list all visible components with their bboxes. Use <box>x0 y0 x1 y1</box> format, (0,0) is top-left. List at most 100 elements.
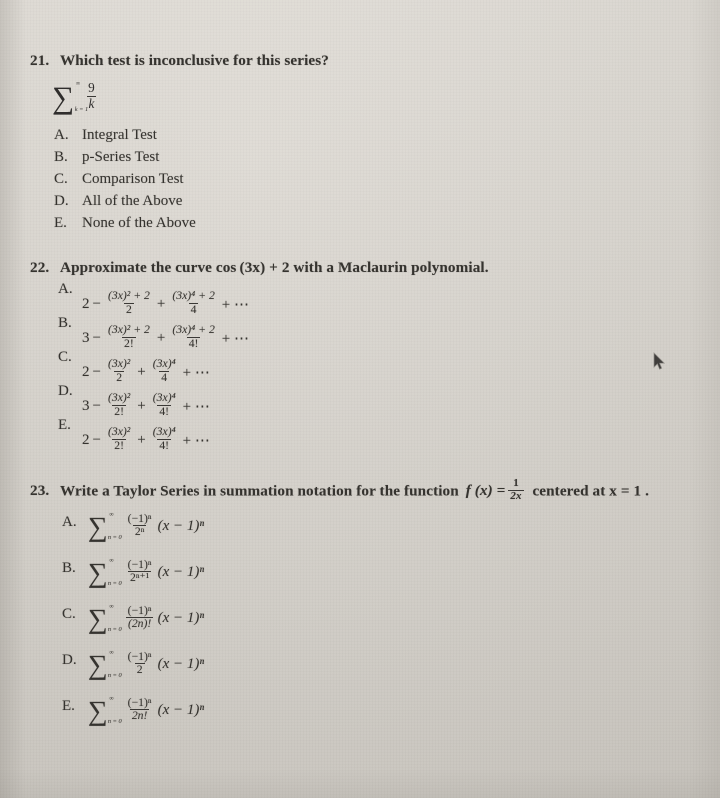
choice-23-b[interactable]: B. ∞ ∑ n = 0 (−1)ⁿ 2ⁿ⁺¹ (x − 1)ⁿ <box>0 558 720 604</box>
series-tail: + ⋯ <box>182 364 210 381</box>
choice-22-e[interactable]: E. 2 − (3x)² 2! + (3x)⁴ 4! + ⋯ <box>0 417 720 453</box>
choice-expression: ∞ ∑ n = 0 (−1)ⁿ 2ⁿ⁺¹ (x − 1)ⁿ <box>88 558 720 588</box>
function-numerator: 1 <box>513 477 519 489</box>
leading-constant: 2 <box>82 363 90 380</box>
question-22-number: 22. <box>30 259 50 276</box>
question-22-heading: 22. Approximate the curve cos (3x) + 2 w… <box>0 259 720 277</box>
choice-expression: ∞ ∑ n = 0 (−1)ⁿ 2ⁿ (x − 1)ⁿ <box>88 512 720 542</box>
minus-sign: − <box>92 363 101 380</box>
prompt-segment-2: ) + 2 with a Maclaurin polynomial. <box>260 259 489 276</box>
choice-letter: B. <box>58 315 72 331</box>
coefficient-fraction: (−1)ⁿ (2n)! <box>125 603 154 631</box>
function-definition: f (x) = 1 2x <box>465 477 526 504</box>
coefficient-numerator: (−1)ⁿ <box>127 557 152 571</box>
question-21-series-expression: ∞ ∑ k = 1 9 k <box>52 76 720 118</box>
sum-upper-limit: ∞ <box>109 603 114 610</box>
summation-symbol: ∞ ∑ n = 0 <box>88 604 122 634</box>
choice-21-b[interactable]: B. p-Series Test <box>0 146 720 168</box>
term-1-numerator: (3x)² + 2 <box>107 322 150 336</box>
question-22-prompt: Approximate the curve cos (3x) + 2 with … <box>60 259 720 277</box>
choice-23-e[interactable]: E. ∞ ∑ n = 0 (−1)ⁿ 2n! (x − 1)ⁿ <box>0 696 720 742</box>
summation-symbol: ∞ ∑ n = 0 <box>88 696 122 726</box>
sigma-glyph: ∑ <box>88 510 108 542</box>
sum-lower-limit: n = 0 <box>107 718 122 726</box>
sum-upper-limit: ∞ <box>109 649 114 656</box>
coefficient-denominator: 2ⁿ⁺¹ <box>128 571 152 585</box>
summation-symbol: ∞ ∑ n = 0 <box>88 556 122 588</box>
series-tail: + ⋯ <box>221 296 250 313</box>
leading-constant: 3 <box>82 329 90 346</box>
choice-21-c[interactable]: C. Comparison Test <box>0 168 720 190</box>
question-21-heading: 21. Which test is inconclusive for this … <box>0 52 720 70</box>
choice-21-d[interactable]: D. All of the Above <box>0 190 720 212</box>
prompt-segment-1: Approximate the curve cos (3 <box>60 259 253 276</box>
summation-symbol: ∞ ∑ k = 1 <box>52 79 88 115</box>
term-2-numerator: (3x)⁴ + 2 <box>172 288 215 302</box>
term-2-fraction: (3x)⁴ 4! <box>151 390 178 418</box>
coefficient-denominator: 2ⁿ <box>132 525 147 539</box>
choice-22-a[interactable]: A. 2 − (3x)² + 2 2 + (3x)⁴ + 2 4 + ⋯ <box>0 281 720 317</box>
term-2-fraction: (3x)⁴ + 2 4! <box>170 322 216 350</box>
question-21-prompt: Which test is inconclusive for this seri… <box>60 52 329 69</box>
choice-letter: B. <box>62 559 76 576</box>
coefficient-fraction: (−1)ⁿ 2ⁿ⁺¹ <box>126 557 154 585</box>
coefficient-denominator: (2n)! <box>125 617 154 631</box>
choice-text: All of the Above <box>82 193 183 209</box>
minus-sign: − <box>92 431 101 448</box>
coefficient-numerator: (−1)ⁿ <box>127 649 152 663</box>
series-term-fraction: 9 k <box>86 80 97 111</box>
term-2-numerator: (3x)⁴ <box>152 424 176 438</box>
choice-text: p-Series Test <box>82 149 160 165</box>
term-1-fraction: (3x)² + 2 2! <box>106 322 152 350</box>
coefficient-numerator: (−1)ⁿ <box>127 603 152 617</box>
prompt-segment-2: centered at x = 1 . <box>532 482 650 500</box>
coefficient-numerator: (−1)ⁿ <box>127 695 152 709</box>
series-tail: + ⋯ <box>221 330 250 347</box>
binomial-term: (x − 1)ⁿ <box>157 702 205 719</box>
choice-text: None of the Above <box>82 215 196 231</box>
plus-sign: + <box>137 431 146 448</box>
choice-letter: E. <box>58 417 71 433</box>
sum-lower-limit: n = 0 <box>107 534 122 542</box>
sum-lower-limit: n = 0 <box>107 626 122 634</box>
term-1-denominator: 2! <box>122 336 136 350</box>
term-2-denominator: 4! <box>157 438 172 452</box>
term-2-numerator: (3x)⁴ + 2 <box>172 322 215 336</box>
summation-symbol: ∞ ∑ n = 0 <box>88 510 122 542</box>
summation-symbol: ∞ ∑ n = 0 <box>88 650 122 680</box>
sigma-glyph: ∑ <box>88 556 108 588</box>
choice-expression: 2 − (3x)² + 2 2 + (3x)⁴ + 2 4 + ⋯ <box>82 288 720 317</box>
question-22: 22. Approximate the curve cos (3x) + 2 w… <box>0 259 720 453</box>
choice-21-a[interactable]: A. Integral Test <box>0 124 720 146</box>
choice-letter: C. <box>54 171 68 187</box>
choice-23-a[interactable]: A. ∞ ∑ n = 0 (−1)ⁿ 2ⁿ (x − 1)ⁿ <box>0 512 720 558</box>
sigma-glyph: ∑ <box>52 79 75 115</box>
choice-23-c[interactable]: C. ∞ ∑ n = 0 (−1)ⁿ (2n)! (x − 1)ⁿ <box>0 604 720 650</box>
sum-upper-limit: ∞ <box>109 511 114 518</box>
term-1-denominator: 2! <box>112 404 126 418</box>
plus-sign: + <box>156 295 166 312</box>
choice-22-b[interactable]: B. 3 − (3x)² + 2 2! + (3x)⁴ + 2 4! + ⋯ <box>0 315 720 351</box>
choice-21-e[interactable]: E. None of the Above <box>0 212 720 234</box>
question-23: 23. Write a Taylor Series in summation n… <box>0 477 720 742</box>
sum-upper-limit: ∞ <box>109 695 114 702</box>
term-1-numerator: (3x)² <box>107 424 131 438</box>
choice-23-d[interactable]: D. ∞ ∑ n = 0 (−1)ⁿ 2 (x − 1)ⁿ <box>0 650 720 696</box>
choice-letter: C. <box>62 605 76 622</box>
term-2-fraction: (3x)⁴ + 2 4 <box>170 288 216 316</box>
function-fraction: 1 2x <box>508 477 524 503</box>
choice-letter: C. <box>58 349 72 365</box>
term-2-numerator: (3x)⁴ <box>152 356 176 370</box>
choice-22-d[interactable]: D. 3 − (3x)² 2! + (3x)⁴ 4! + ⋯ <box>0 383 720 419</box>
minus-sign: − <box>92 397 101 414</box>
choice-text: Integral Test <box>82 127 157 143</box>
coefficient-fraction: (−1)ⁿ 2ⁿ <box>126 512 154 539</box>
choice-letter: D. <box>54 193 69 209</box>
choice-expression: ∞ ∑ n = 0 (−1)ⁿ (2n)! (x − 1)ⁿ <box>88 604 720 634</box>
question-23-heading: 23. Write a Taylor Series in summation n… <box>0 477 720 504</box>
term-2-fraction: (3x)⁴ 4! <box>151 424 178 452</box>
function-notation: f (x) = <box>465 482 506 500</box>
question-21-choices: A. Integral Test B. p-Series Test C. Com… <box>0 124 720 234</box>
term-2-numerator: (3x)⁴ <box>152 390 176 404</box>
choice-22-c[interactable]: C. 2 − (3x)² 2 + (3x)⁴ 4 + ⋯ <box>0 349 720 385</box>
